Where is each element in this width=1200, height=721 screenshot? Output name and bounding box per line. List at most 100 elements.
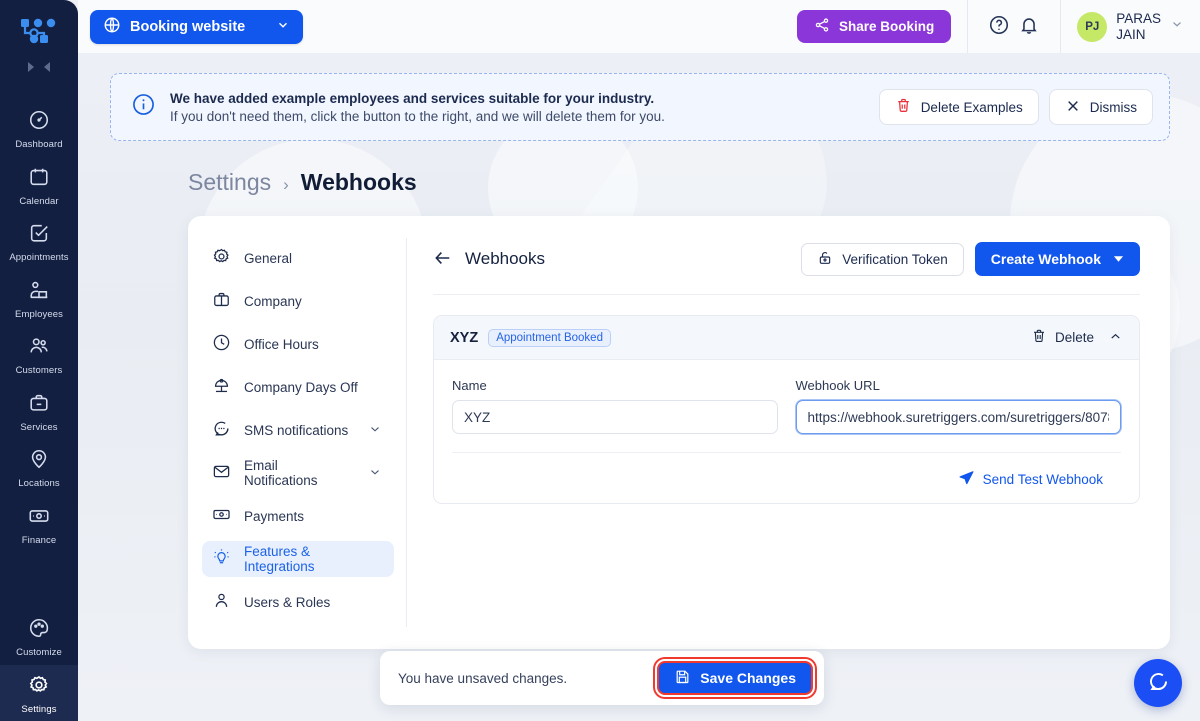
back-button[interactable] [433,248,465,271]
sidebar-item-customize[interactable]: Customize [0,608,78,665]
gear-icon [212,247,231,269]
app-logo[interactable] [17,14,61,48]
webhook-fields: Name Webhook URL [452,378,1121,434]
dismiss-button[interactable]: Dismiss [1048,89,1153,125]
floppy-disk-icon [674,668,691,688]
content-area: We have added example employees and serv… [78,53,1200,721]
chevron-down-icon[interactable] [368,465,382,482]
sidebar-item-label: Employees [15,308,63,320]
sidebar-item-finance[interactable]: Finance [0,496,78,553]
help-button[interactable] [984,12,1014,42]
sidebar-item-settings[interactable]: Settings [0,664,78,721]
save-changes-label: Save Changes [700,670,796,686]
sidebar-item-dashboard[interactable]: Dashboard [0,100,78,157]
settings-nav-label: Email Notifications [244,458,318,488]
save-changes-button[interactable]: Save Changes [655,659,815,697]
pin-icon [28,448,50,475]
settings-nav-item-payments[interactable]: Payments [202,498,394,534]
sidebar-item-label: Customers [15,365,63,376]
send-test-webhook-button[interactable]: Send Test Webhook [958,469,1103,489]
employees-icon [28,279,50,306]
webhook-item: XYZ Appointment Booked Delete Name XYZ W… [433,315,1140,504]
breadcrumb-separator: › [283,175,289,194]
chevron-down-icon[interactable] [368,422,382,439]
chat-bubble-icon [212,419,231,441]
notifications-button[interactable] [1014,12,1044,42]
banknote-icon [28,505,50,532]
panel-rule [433,294,1140,295]
customers-icon [28,335,50,362]
banknote-icon [212,505,231,527]
collapse-webhook-button[interactable] [1108,329,1123,347]
verification-token-button[interactable]: Verification Token [801,242,964,276]
breadcrumb: Settings › Webhooks [188,169,1200,196]
chevron-down-icon [1170,17,1184,36]
sidebar-item-label: Locations [18,478,60,489]
settings-nav-item-email-notifications[interactable]: Email Notifications [202,455,394,491]
palette-icon [28,617,50,644]
globe-icon [103,16,121,38]
settings-nav-label: Payments [244,508,305,524]
send-test-webhook-label: Send Test Webhook [982,471,1103,487]
webhook-item-body: Name Webhook URL [434,360,1139,503]
sidebar-collapse-toggle[interactable] [28,56,50,78]
info-circle-icon [131,92,156,122]
topbar-divider-2 [1060,0,1062,53]
arrow-left-icon [433,248,453,271]
sidebar-bottom-items: Customize Settings [0,608,78,721]
sidebar-item-appointments[interactable]: Appointments [0,213,78,270]
name-input[interactable] [452,400,778,434]
banner-line-1: We have added example employees and serv… [170,90,655,106]
checklist-icon [28,222,50,249]
avatar-initials: PJ [1085,20,1100,33]
webhook-item-header[interactable]: XYZ Appointment Booked Delete [434,316,1139,360]
delete-examples-button[interactable]: Delete Examples [878,89,1039,125]
settings-nav-item-company[interactable]: Company [202,283,394,319]
sidebar-item-employees[interactable]: Employees [0,270,78,327]
breadcrumb-parent[interactable]: Settings [188,169,271,196]
verification-token-label: Verification Token [842,251,948,267]
create-webhook-label: Create Webhook [990,251,1101,267]
top-bar: Booking website Share Booking PJ PARAS J… [78,0,1200,53]
user-menu[interactable]: PJ PARAS JAIN [1077,11,1184,42]
booking-website-button[interactable]: Booking website [90,9,304,44]
booking-website-label: Booking website [130,18,246,35]
calendar-icon [28,166,50,193]
trash-icon [895,97,912,117]
settings-nav-label: Office Hours [244,336,319,352]
unsaved-changes-message: You have unsaved changes. [398,670,568,686]
user-name-line2: JAIN [1116,26,1146,42]
webhook-name-field: Name [452,378,778,434]
delete-examples-label: Delete Examples [920,99,1023,115]
create-webhook-button[interactable]: Create Webhook [974,242,1140,276]
delete-webhook-button[interactable]: Delete [1031,328,1094,347]
settings-nav-item-general[interactable]: General [202,240,394,276]
settings-nav-item-office-hours[interactable]: Office Hours [202,326,394,362]
banner-line-2: If you don't need them, click the button… [170,108,665,124]
sidebar-item-label: Finance [21,534,57,546]
sidebar-item-calendar[interactable]: Calendar [0,157,78,214]
settings-nav-label: SMS notifications [244,422,349,438]
bell-icon [1018,14,1040,39]
help-chat-button[interactable] [1134,659,1182,707]
settings-nav-item-sms-notifications[interactable]: SMS notifications [202,412,394,448]
url-input[interactable] [795,400,1121,434]
webhook-name-heading: XYZ [450,329,479,346]
sidebar-item-locations[interactable]: Locations [0,439,78,496]
person-icon [212,591,231,613]
settings-nav: General Company Office Hours Company Day… [188,216,406,649]
settings-nav-item-company-days-off[interactable]: Company Days Off [202,369,394,405]
sidebar-item-customers[interactable]: Customers [0,326,78,383]
user-name: PARAS JAIN [1116,11,1161,42]
sidebar-item-label: Customize [16,647,62,658]
page-title: Webhooks [300,169,417,195]
sidebar-item-label: Calendar [19,195,59,207]
url-label: Webhook URL [795,378,880,393]
settings-nav-item-users-roles[interactable]: Users & Roles [202,584,394,620]
sidebar-item-label: Settings [21,703,57,715]
share-booking-button[interactable]: Share Booking [796,10,952,43]
trash-icon [1031,328,1047,347]
settings-nav-item-features-integrations[interactable]: Features & Integrations [202,541,394,577]
gear-icon [28,674,50,701]
sidebar-item-services[interactable]: Services [0,383,78,440]
